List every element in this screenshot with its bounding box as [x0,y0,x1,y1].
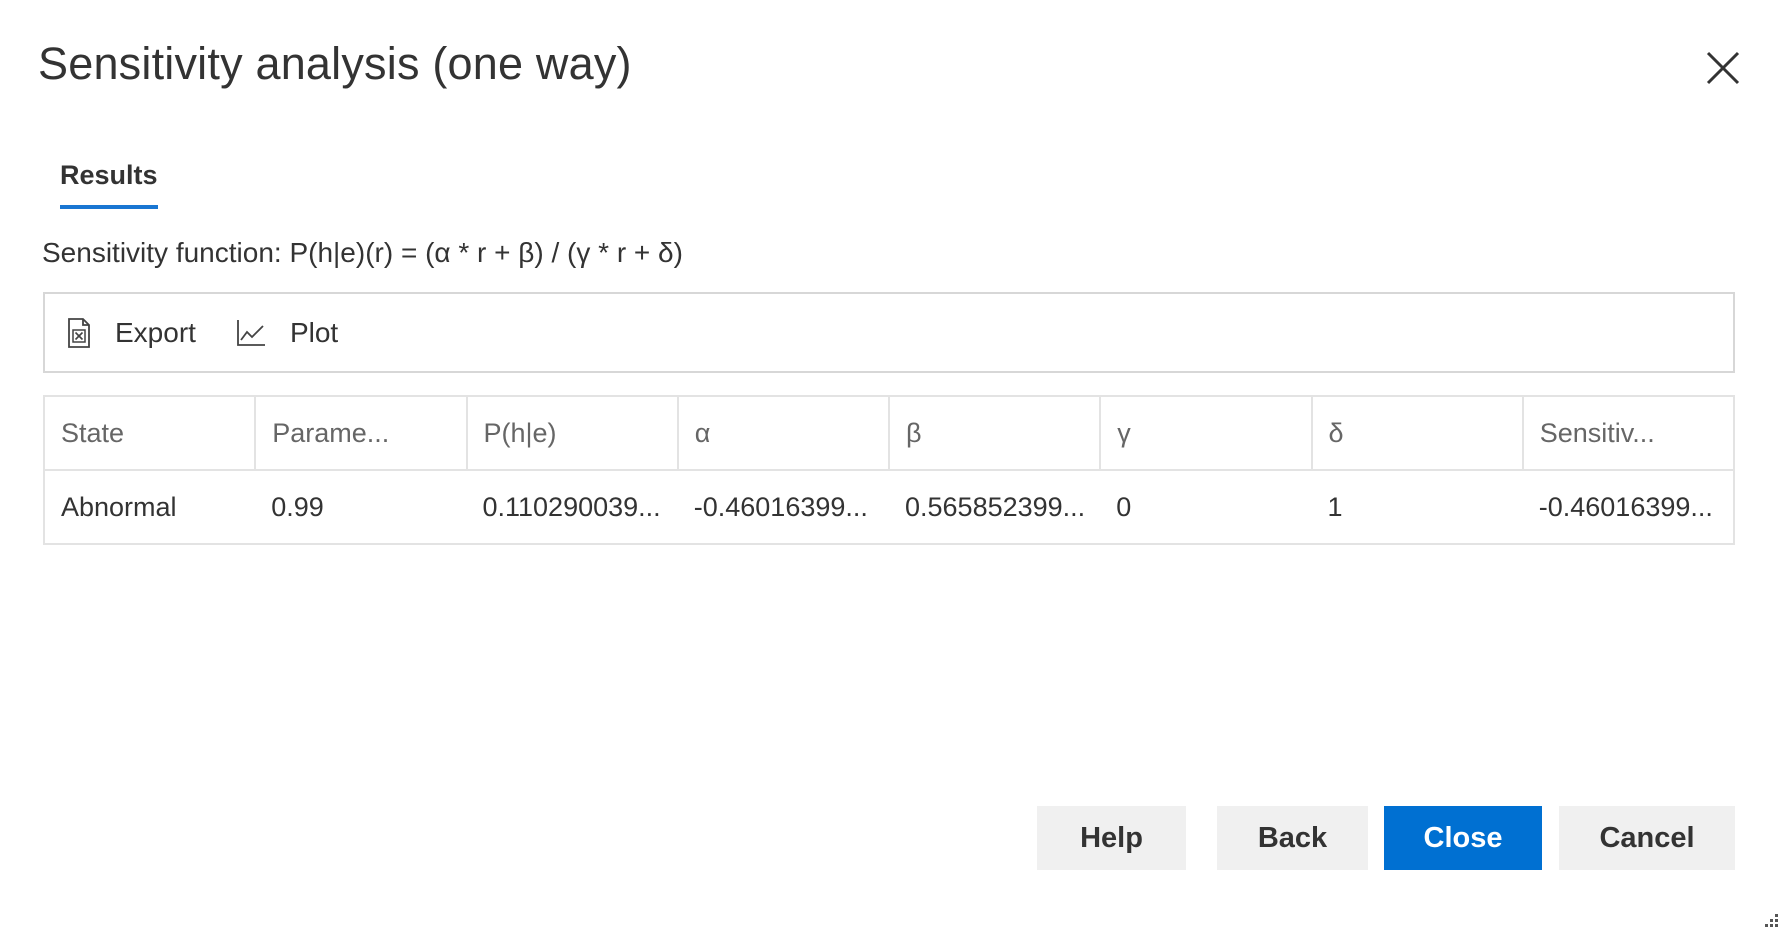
column-header-state[interactable]: State [44,396,257,471]
column-header-alpha[interactable]: α [677,396,891,471]
dialog-title: Sensitivity analysis (one way) [38,38,632,89]
table-cell: 1 [1327,491,1343,522]
column-header-gamma[interactable]: γ [1100,396,1313,471]
column-header-parameter[interactable]: Parame... [255,396,468,471]
plot-label: Plot [289,316,339,348]
table-cell: 0.565852399... [905,491,1086,522]
table-cell: 0.110290039... [482,491,661,522]
plot-button[interactable]: Plot [236,317,338,349]
results-toolbar: Export Plot [43,292,1735,373]
export-label: Export [115,316,196,348]
column-header-beta[interactable]: β [889,396,1102,471]
table-cell: -0.46016399... [693,491,868,522]
column-header-probability[interactable]: P(h|e) [466,396,679,471]
table-cell: 0.99 [271,491,324,522]
table-cell: Abnormal [61,491,177,522]
sensitivity-dialog: Sensitivity analysis (one way) Results S… [0,0,1781,930]
tab-results[interactable]: Results [60,160,158,209]
results-table: State Parame... P(h|e) α β γ δ Sensitiv.… [43,395,1735,545]
cancel-button[interactable]: Cancel [1559,806,1735,870]
table-cell: -0.46016399... [1538,491,1713,522]
column-header-sensitivity[interactable]: Sensitiv... [1522,396,1734,471]
tab-bar: Results [60,160,158,209]
sensitivity-function-text: Sensitivity function: P(h|e)(r) = (α * r… [42,237,683,268]
column-header-delta[interactable]: δ [1311,396,1524,471]
resize-grip-icon[interactable] [1763,912,1779,928]
table-row[interactable]: Abnormal 0.99 0.110290039... -0.46016399… [44,470,1734,544]
back-button[interactable]: Back [1217,806,1368,870]
table-cell: 0 [1116,491,1132,522]
export-button[interactable]: Export [67,317,196,349]
line-chart-icon [237,319,265,346]
help-button[interactable]: Help [1037,806,1186,870]
close-icon[interactable] [1705,50,1741,86]
table-header-row: State Parame... P(h|e) α β γ δ Sensitiv.… [44,396,1734,471]
close-button[interactable]: Close [1384,806,1542,870]
excel-file-icon [68,317,90,348]
